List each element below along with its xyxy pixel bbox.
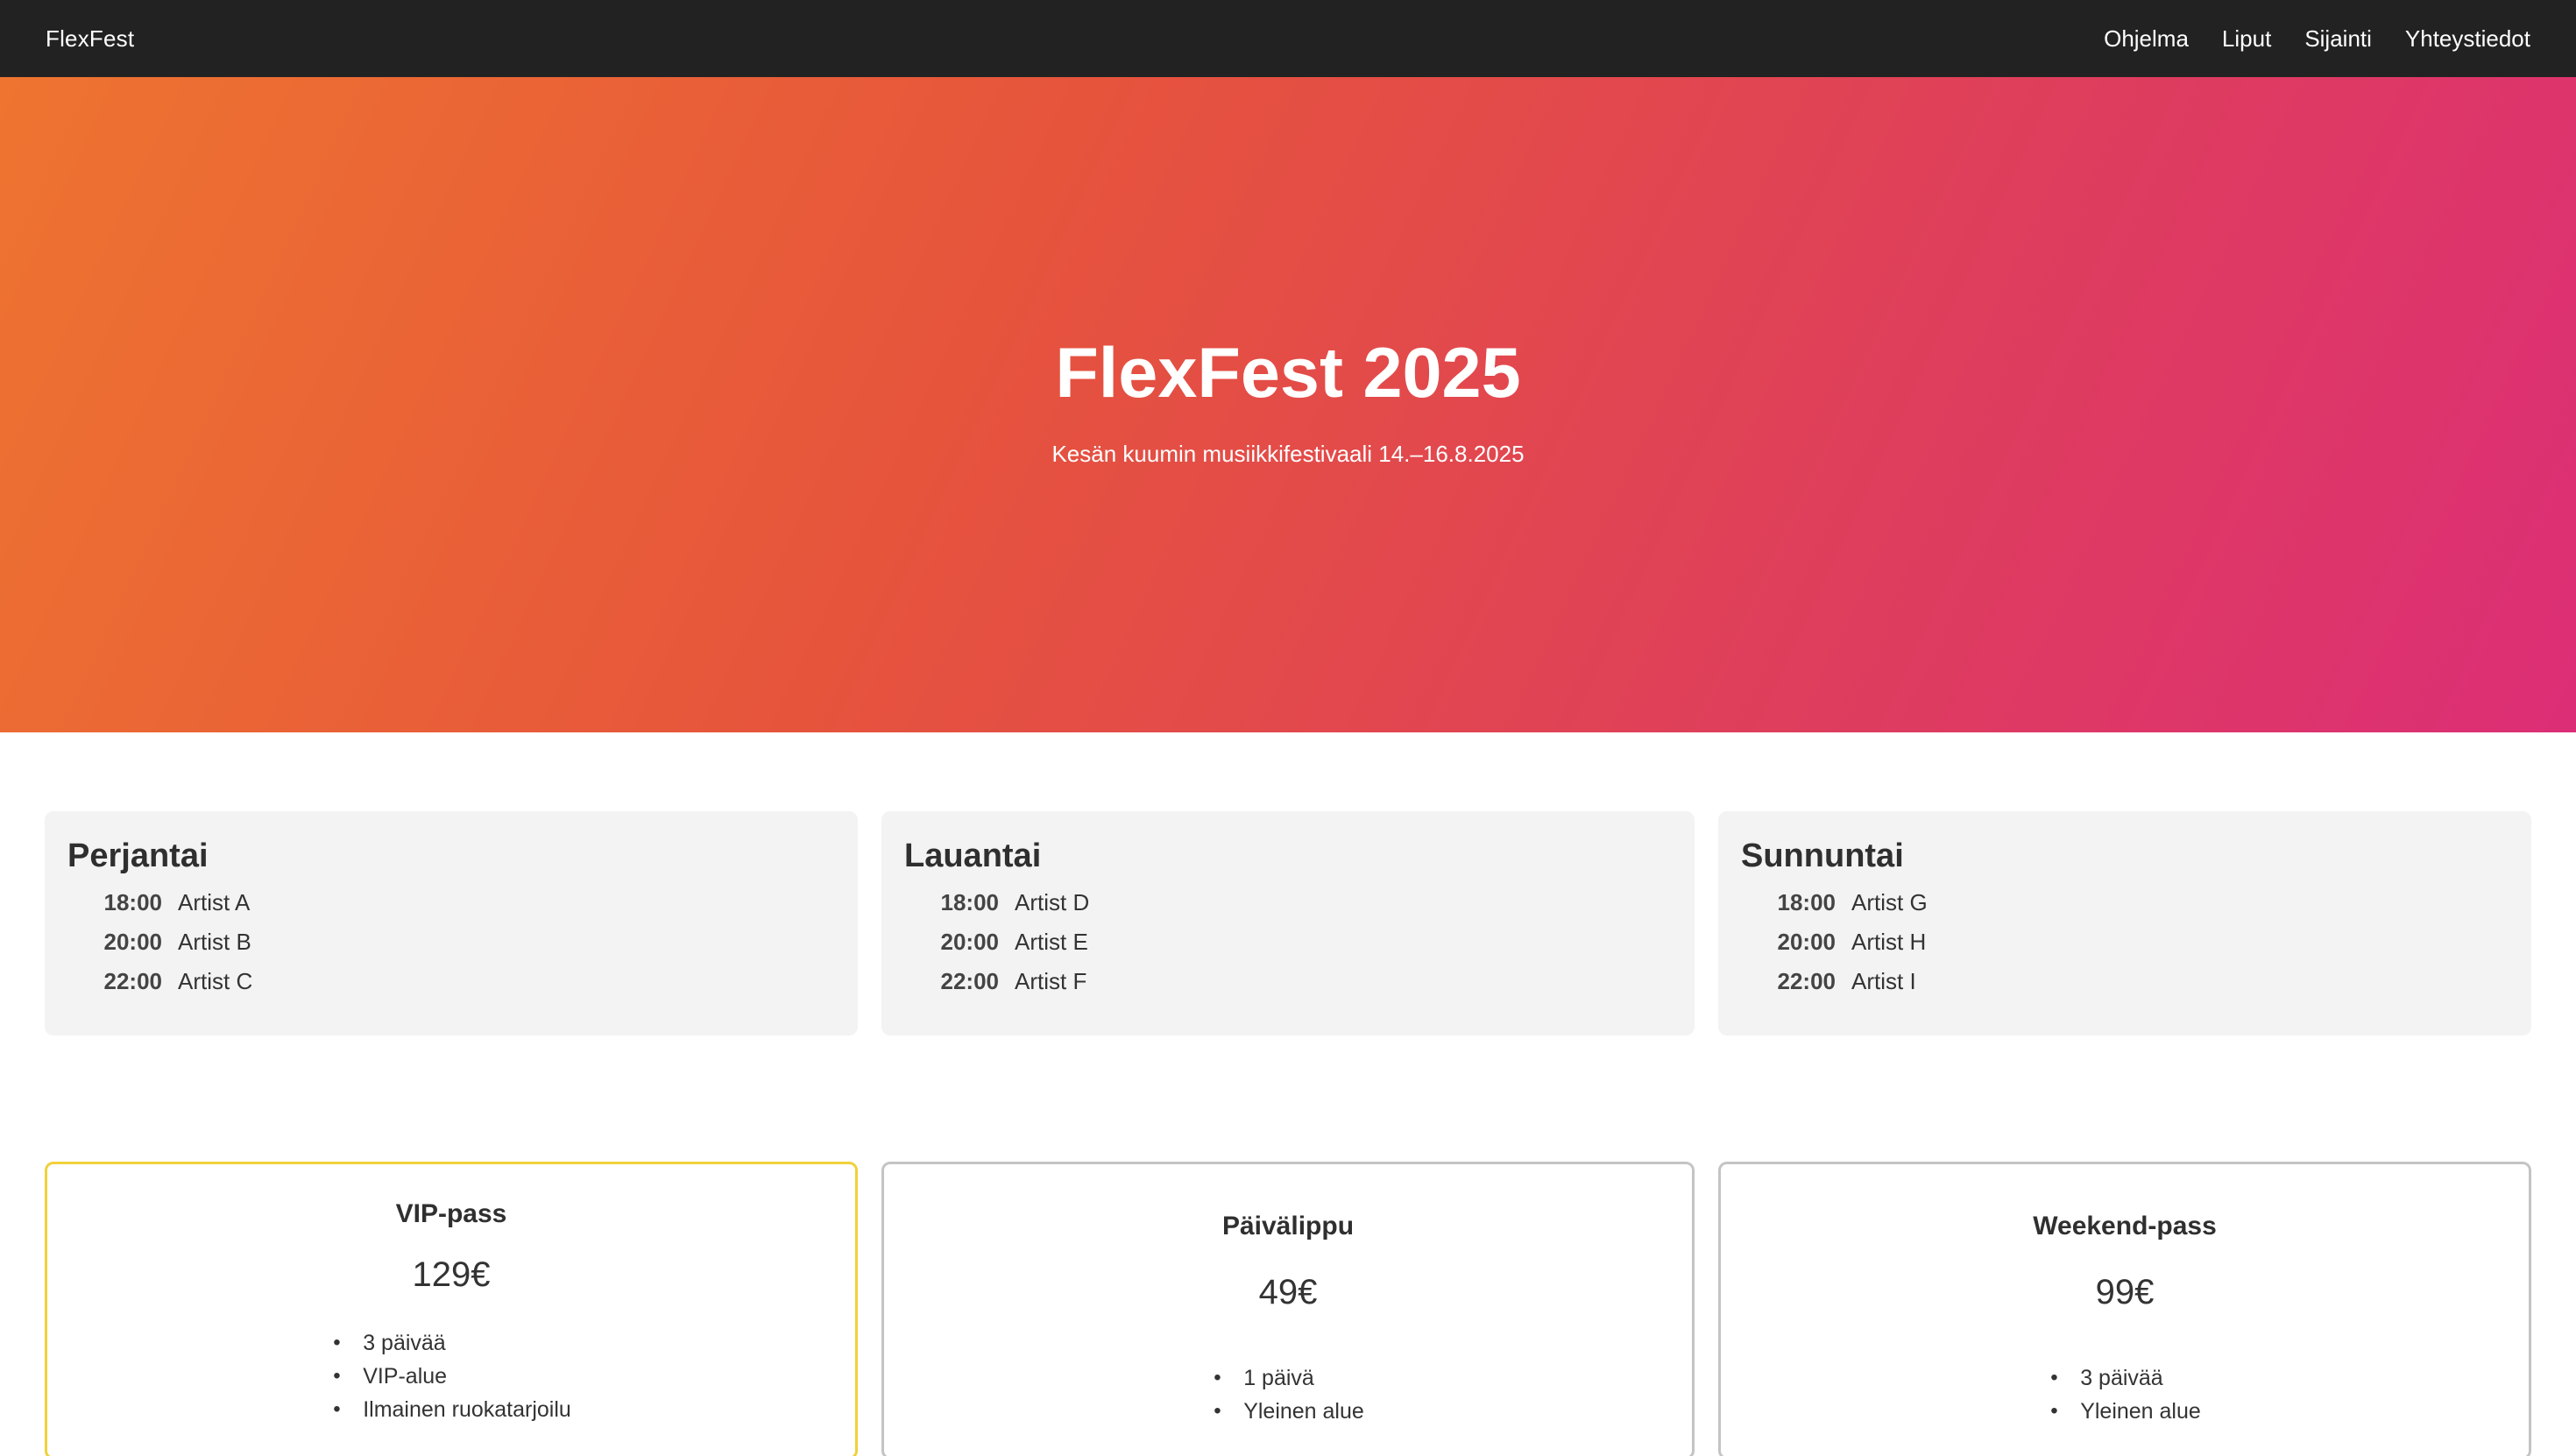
day-title: Sunnuntai [1741, 838, 1904, 874]
ticket-feature: Yleinen alue [1212, 1395, 1364, 1428]
ticket-card-vip[interactable]: VIP-pass 129€ 3 päivää VIP-alue Ilmainen… [45, 1162, 858, 1456]
ticket-card-weekend[interactable]: Weekend-pass 99€ 3 päivää Yleinen alue [1718, 1162, 2531, 1456]
ticket-feature: Yleinen alue [2049, 1395, 2201, 1428]
nav-link-yhteystiedot[interactable]: Yhteystiedot [2405, 25, 2530, 53]
ticket-features: 3 päivää Yleinen alue [2049, 1361, 2201, 1428]
nav-links: Ohjelma Liput Sijainti Yhteystiedot [2070, 25, 2530, 53]
slot-artist: Artist D [1015, 889, 1090, 915]
day-title: Perjantai [67, 838, 209, 874]
nav-link-ohjelma[interactable]: Ohjelma [2104, 25, 2189, 53]
ticket-card-day[interactable]: Päivälippu 49€ 1 päivä Yleinen alue [881, 1162, 1695, 1456]
ticket-feature: VIP-alue [331, 1360, 571, 1393]
ticket-feature: Ilmainen ruokatarjoilu [331, 1393, 571, 1426]
day-card-sunnuntai: Sunnuntai 18:00 Artist G 20:00 Artist H … [1718, 811, 2531, 1035]
slot-artist: Artist C [178, 968, 253, 994]
ticket-feature: 3 päivää [331, 1326, 571, 1360]
schedule-slot: 22:00 Artist C [67, 968, 835, 1007]
slot-artist: Artist A [178, 889, 251, 915]
ticket-features: 1 päivä Yleinen alue [1212, 1361, 1364, 1428]
ticket-name: VIP-pass [395, 1199, 507, 1228]
hero-title: FlexFest 2025 [1055, 334, 1521, 413]
day-card-lauantai: Lauantai 18:00 Artist D 20:00 Artist E 2… [881, 811, 1695, 1035]
schedule-slot: 18:00 Artist A [67, 889, 835, 929]
hero-banner: FlexFest 2025 Kesän kuumin musiikkifesti… [0, 77, 2576, 732]
slot-time: 20:00 [1777, 929, 1836, 955]
slot-time: 22:00 [103, 968, 163, 994]
nav-link-sijainti[interactable]: Sijainti [2304, 25, 2372, 53]
schedule-slot: 20:00 Artist H [1741, 929, 2509, 968]
schedule-section: Perjantai 18:00 Artist A 20:00 Artist B … [0, 811, 2576, 1035]
day-card-perjantai: Perjantai 18:00 Artist A 20:00 Artist B … [45, 811, 858, 1035]
schedule-slot: 22:00 Artist F [904, 968, 1672, 1007]
schedule-slot: 22:00 Artist I [1741, 968, 2509, 1007]
ticket-price: 49€ [1258, 1273, 1318, 1311]
slot-artist: Artist I [1851, 968, 1916, 994]
schedule-slot: 18:00 Artist D [904, 889, 1672, 929]
slot-time: 20:00 [103, 929, 163, 955]
ticket-name: Päivälippu [1221, 1212, 1355, 1240]
slot-artist: Artist E [1015, 929, 1088, 955]
slot-time: 18:00 [940, 889, 1000, 915]
slot-time: 18:00 [1777, 889, 1836, 915]
top-navbar: FlexFest Ohjelma Liput Sijainti Yhteysti… [0, 0, 2576, 77]
ticket-price: 129€ [412, 1255, 491, 1294]
ticket-features: 3 päivää VIP-alue Ilmainen ruokatarjoilu [331, 1326, 571, 1426]
ticket-price: 99€ [2095, 1273, 2155, 1311]
slot-artist: Artist B [178, 929, 251, 955]
slot-artist: Artist G [1851, 889, 1928, 915]
tickets-section: VIP-pass 129€ 3 päivää VIP-alue Ilmainen… [0, 1162, 2576, 1456]
slot-time: 18:00 [103, 889, 163, 915]
ticket-name: Weekend-pass [2033, 1212, 2217, 1240]
slot-artist: Artist H [1851, 929, 1927, 955]
ticket-feature: 1 päivä [1212, 1361, 1364, 1395]
day-title: Lauantai [904, 838, 1042, 874]
schedule-slot: 20:00 Artist B [67, 929, 835, 968]
hero-subtitle: Kesän kuumin musiikkifestivaali 14.–16.8… [1051, 441, 1525, 467]
schedule-slot: 18:00 Artist G [1741, 889, 2509, 929]
slot-time: 22:00 [940, 968, 1000, 994]
schedule-slot: 20:00 Artist E [904, 929, 1672, 968]
ticket-feature: 3 päivää [2049, 1361, 2201, 1395]
slot-time: 20:00 [940, 929, 1000, 955]
slot-artist: Artist F [1015, 968, 1087, 994]
slot-time: 22:00 [1777, 968, 1836, 994]
nav-link-liput[interactable]: Liput [2222, 25, 2271, 53]
brand-logo[interactable]: FlexFest [46, 25, 134, 53]
